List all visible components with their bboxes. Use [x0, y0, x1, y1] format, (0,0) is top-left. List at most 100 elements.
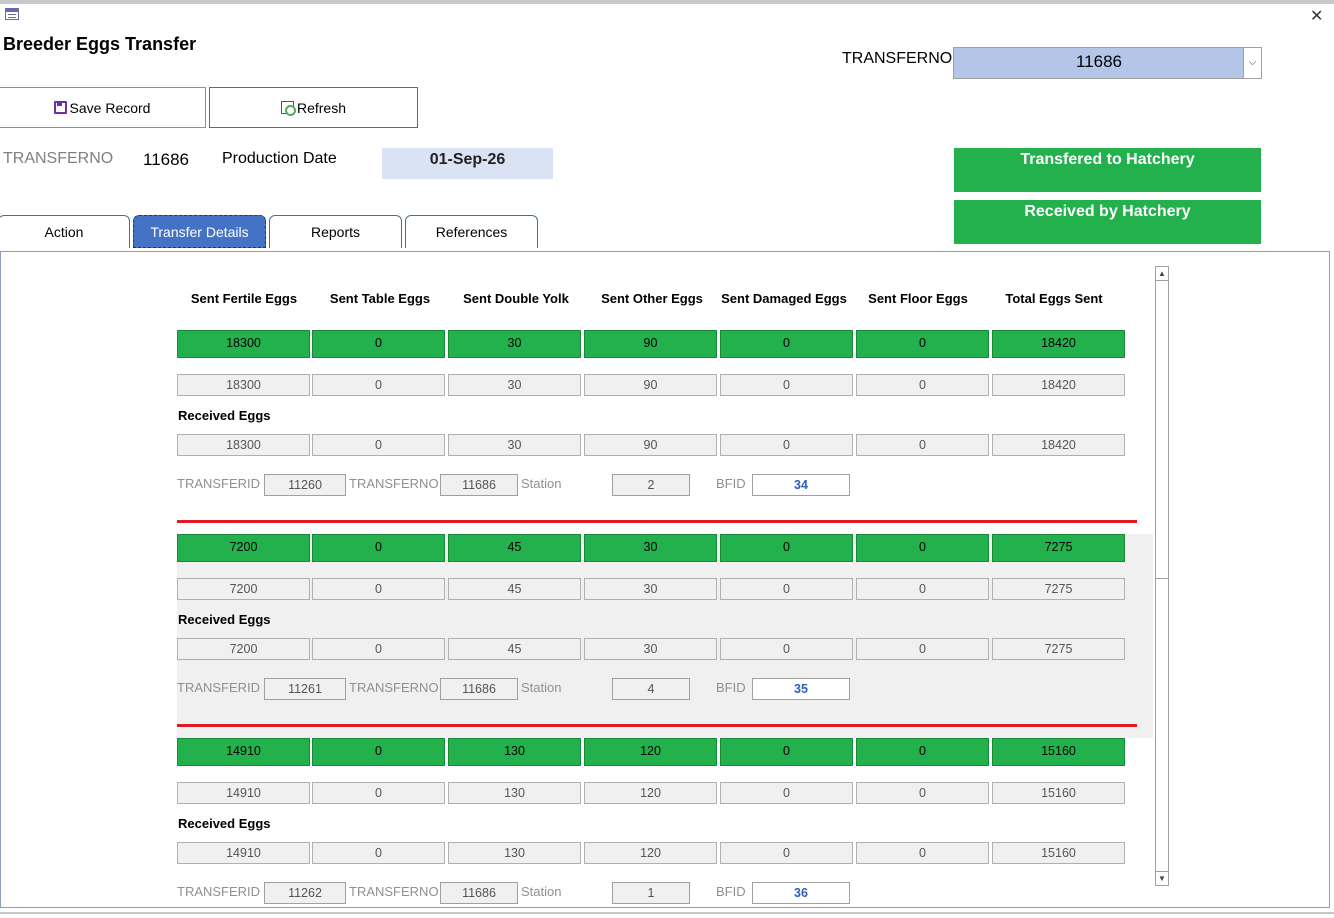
- sent-other-readonly: 30: [584, 578, 717, 600]
- bfid-field[interactable]: 34: [752, 474, 850, 496]
- sent-fertile-cell[interactable]: 18300: [177, 330, 310, 358]
- sent-table-cell[interactable]: 0: [312, 738, 445, 766]
- sent-total-cell[interactable]: 7275: [992, 534, 1125, 562]
- scrollbar-thumb[interactable]: [1156, 281, 1168, 579]
- sent-total-cell[interactable]: 18420: [992, 330, 1125, 358]
- page-title: Breeder Eggs Transfer: [3, 34, 197, 54]
- record-separator: [177, 724, 1137, 727]
- sent-fertile-readonly: 18300: [177, 374, 310, 396]
- received-other-cell: 90: [584, 434, 717, 456]
- sent-floor-cell[interactable]: 0: [856, 534, 989, 562]
- sent-floor-cell[interactable]: 0: [856, 738, 989, 766]
- chevron-down-icon[interactable]: ⌵: [1243, 48, 1261, 78]
- refresh-label: Refresh: [296, 99, 347, 116]
- save-record-label: Save Record: [69, 99, 151, 116]
- sent-double-yolk-cell[interactable]: 30: [448, 330, 581, 358]
- received-double-yolk-cell: 130: [448, 842, 581, 864]
- column-header: Sent Fertile Eggs: [190, 291, 298, 306]
- sent-fertile-cell[interactable]: 14910: [177, 738, 310, 766]
- sent-damaged-readonly: 0: [720, 782, 853, 804]
- sent-damaged-readonly: 0: [720, 374, 853, 396]
- window-top-border: [0, 0, 1334, 4]
- transferno-selector-label: TRANSFERNO: [842, 50, 953, 67]
- received-other-cell: 30: [584, 638, 717, 660]
- transfer-record: 7200 7200 7200 0 0 0 45 45 45 30 30 30 0 0 0 0 0 0 7275 727…: [177, 534, 1153, 738]
- column-header: Total Eggs Sent: [1005, 291, 1103, 306]
- status-transferred-badge: Transfered to Hatchery: [954, 148, 1261, 192]
- received-floor-cell: 0: [856, 842, 989, 864]
- production-date-label: Production Date: [222, 150, 337, 167]
- station-field: 1: [612, 882, 690, 904]
- sent-floor-readonly: 0: [856, 374, 989, 396]
- save-record-button[interactable]: Save Record: [0, 87, 206, 128]
- sent-fertile-readonly: 7200: [177, 578, 310, 600]
- sent-double-yolk-readonly: 30: [448, 374, 581, 396]
- received-double-yolk-cell: 30: [448, 434, 581, 456]
- received-floor-cell: 0: [856, 434, 989, 456]
- transferid-label: TRANSFERID: [177, 680, 261, 695]
- received-table-cell: 0: [312, 434, 445, 456]
- transferno-field-value: 11686: [143, 150, 190, 169]
- sent-double-yolk-cell[interactable]: 130: [448, 738, 581, 766]
- transferno-field: 11686: [440, 474, 518, 496]
- bfid-field[interactable]: 35: [752, 678, 850, 700]
- received-fertile-cell: 14910: [177, 842, 310, 864]
- received-table-cell: 0: [312, 638, 445, 660]
- scroll-down-icon[interactable]: ▼: [1156, 871, 1168, 885]
- bfid-label: BFID: [716, 680, 746, 695]
- sent-total-cell[interactable]: 15160: [992, 738, 1125, 766]
- sent-floor-readonly: 0: [856, 782, 989, 804]
- sent-table-cell[interactable]: 0: [312, 534, 445, 562]
- sent-fertile-cell[interactable]: 7200: [177, 534, 310, 562]
- sent-table-cell[interactable]: 0: [312, 330, 445, 358]
- transferno-combobox[interactable]: 11686 ⌵: [953, 47, 1262, 79]
- received-double-yolk-cell: 45: [448, 638, 581, 660]
- sent-floor-cell[interactable]: 0: [856, 330, 989, 358]
- sent-double-yolk-readonly: 45: [448, 578, 581, 600]
- received-other-cell: 120: [584, 842, 717, 864]
- sent-damaged-cell[interactable]: 0: [720, 330, 853, 358]
- sent-damaged-cell[interactable]: 0: [720, 534, 853, 562]
- form-icon: [5, 8, 19, 20]
- transferid-field: 11262: [264, 882, 346, 904]
- production-date-field[interactable]: 01-Sep-26: [382, 148, 553, 179]
- sent-floor-readonly: 0: [856, 578, 989, 600]
- transfer-details-panel: Sent Fertile Eggs Sent Table Eggs Sent D…: [0, 251, 1330, 908]
- tab-action[interactable]: Action: [0, 215, 130, 248]
- refresh-icon: [280, 101, 296, 116]
- transferno-label: TRANSFERNO: [349, 476, 439, 491]
- column-header: Sent Table Eggs: [329, 291, 431, 306]
- station-field: 2: [612, 474, 690, 496]
- received-floor-cell: 0: [856, 638, 989, 660]
- close-icon[interactable]: ✕: [1310, 6, 1323, 26]
- column-header: Sent Other Eggs: [601, 291, 703, 306]
- bfid-label: BFID: [716, 476, 746, 491]
- sent-other-cell[interactable]: 120: [584, 738, 717, 766]
- transferid-field: 11261: [264, 678, 346, 700]
- sent-double-yolk-cell[interactable]: 45: [448, 534, 581, 562]
- scroll-up-icon[interactable]: ▲: [1156, 267, 1168, 281]
- transferno-label: TRANSFERNO: [349, 680, 439, 695]
- bfid-field[interactable]: 36: [752, 882, 850, 904]
- sent-damaged-cell[interactable]: 0: [720, 738, 853, 766]
- sent-other-cell[interactable]: 90: [584, 330, 717, 358]
- transferid-label: TRANSFERID: [177, 884, 261, 899]
- column-header: Sent Damaged Eggs: [721, 291, 847, 306]
- station-field: 4: [612, 678, 690, 700]
- window-bottom-border: [0, 912, 1334, 914]
- sent-table-readonly: 0: [312, 782, 445, 804]
- transfer-record: 14910 14910 14910 0 0 0 130 130 130 120 120 120 0 0 0 0…: [177, 738, 1153, 907]
- transferno-combobox-value[interactable]: 11686: [954, 52, 1244, 72]
- refresh-button[interactable]: Refresh: [209, 87, 418, 128]
- tab-reports[interactable]: Reports: [269, 215, 402, 248]
- received-eggs-label: Received Eggs: [178, 408, 271, 423]
- received-total-cell: 18420: [992, 434, 1125, 456]
- tab-transfer-details[interactable]: Transfer Details: [133, 215, 266, 248]
- sent-total-readonly: 15160: [992, 782, 1125, 804]
- sent-other-cell[interactable]: 30: [584, 534, 717, 562]
- sent-other-readonly: 120: [584, 782, 717, 804]
- transferno-label: TRANSFERNO: [349, 884, 439, 899]
- tab-references[interactable]: References: [405, 215, 538, 248]
- record-separator: [177, 520, 1137, 523]
- vertical-scrollbar[interactable]: ▲ ▼: [1155, 266, 1169, 886]
